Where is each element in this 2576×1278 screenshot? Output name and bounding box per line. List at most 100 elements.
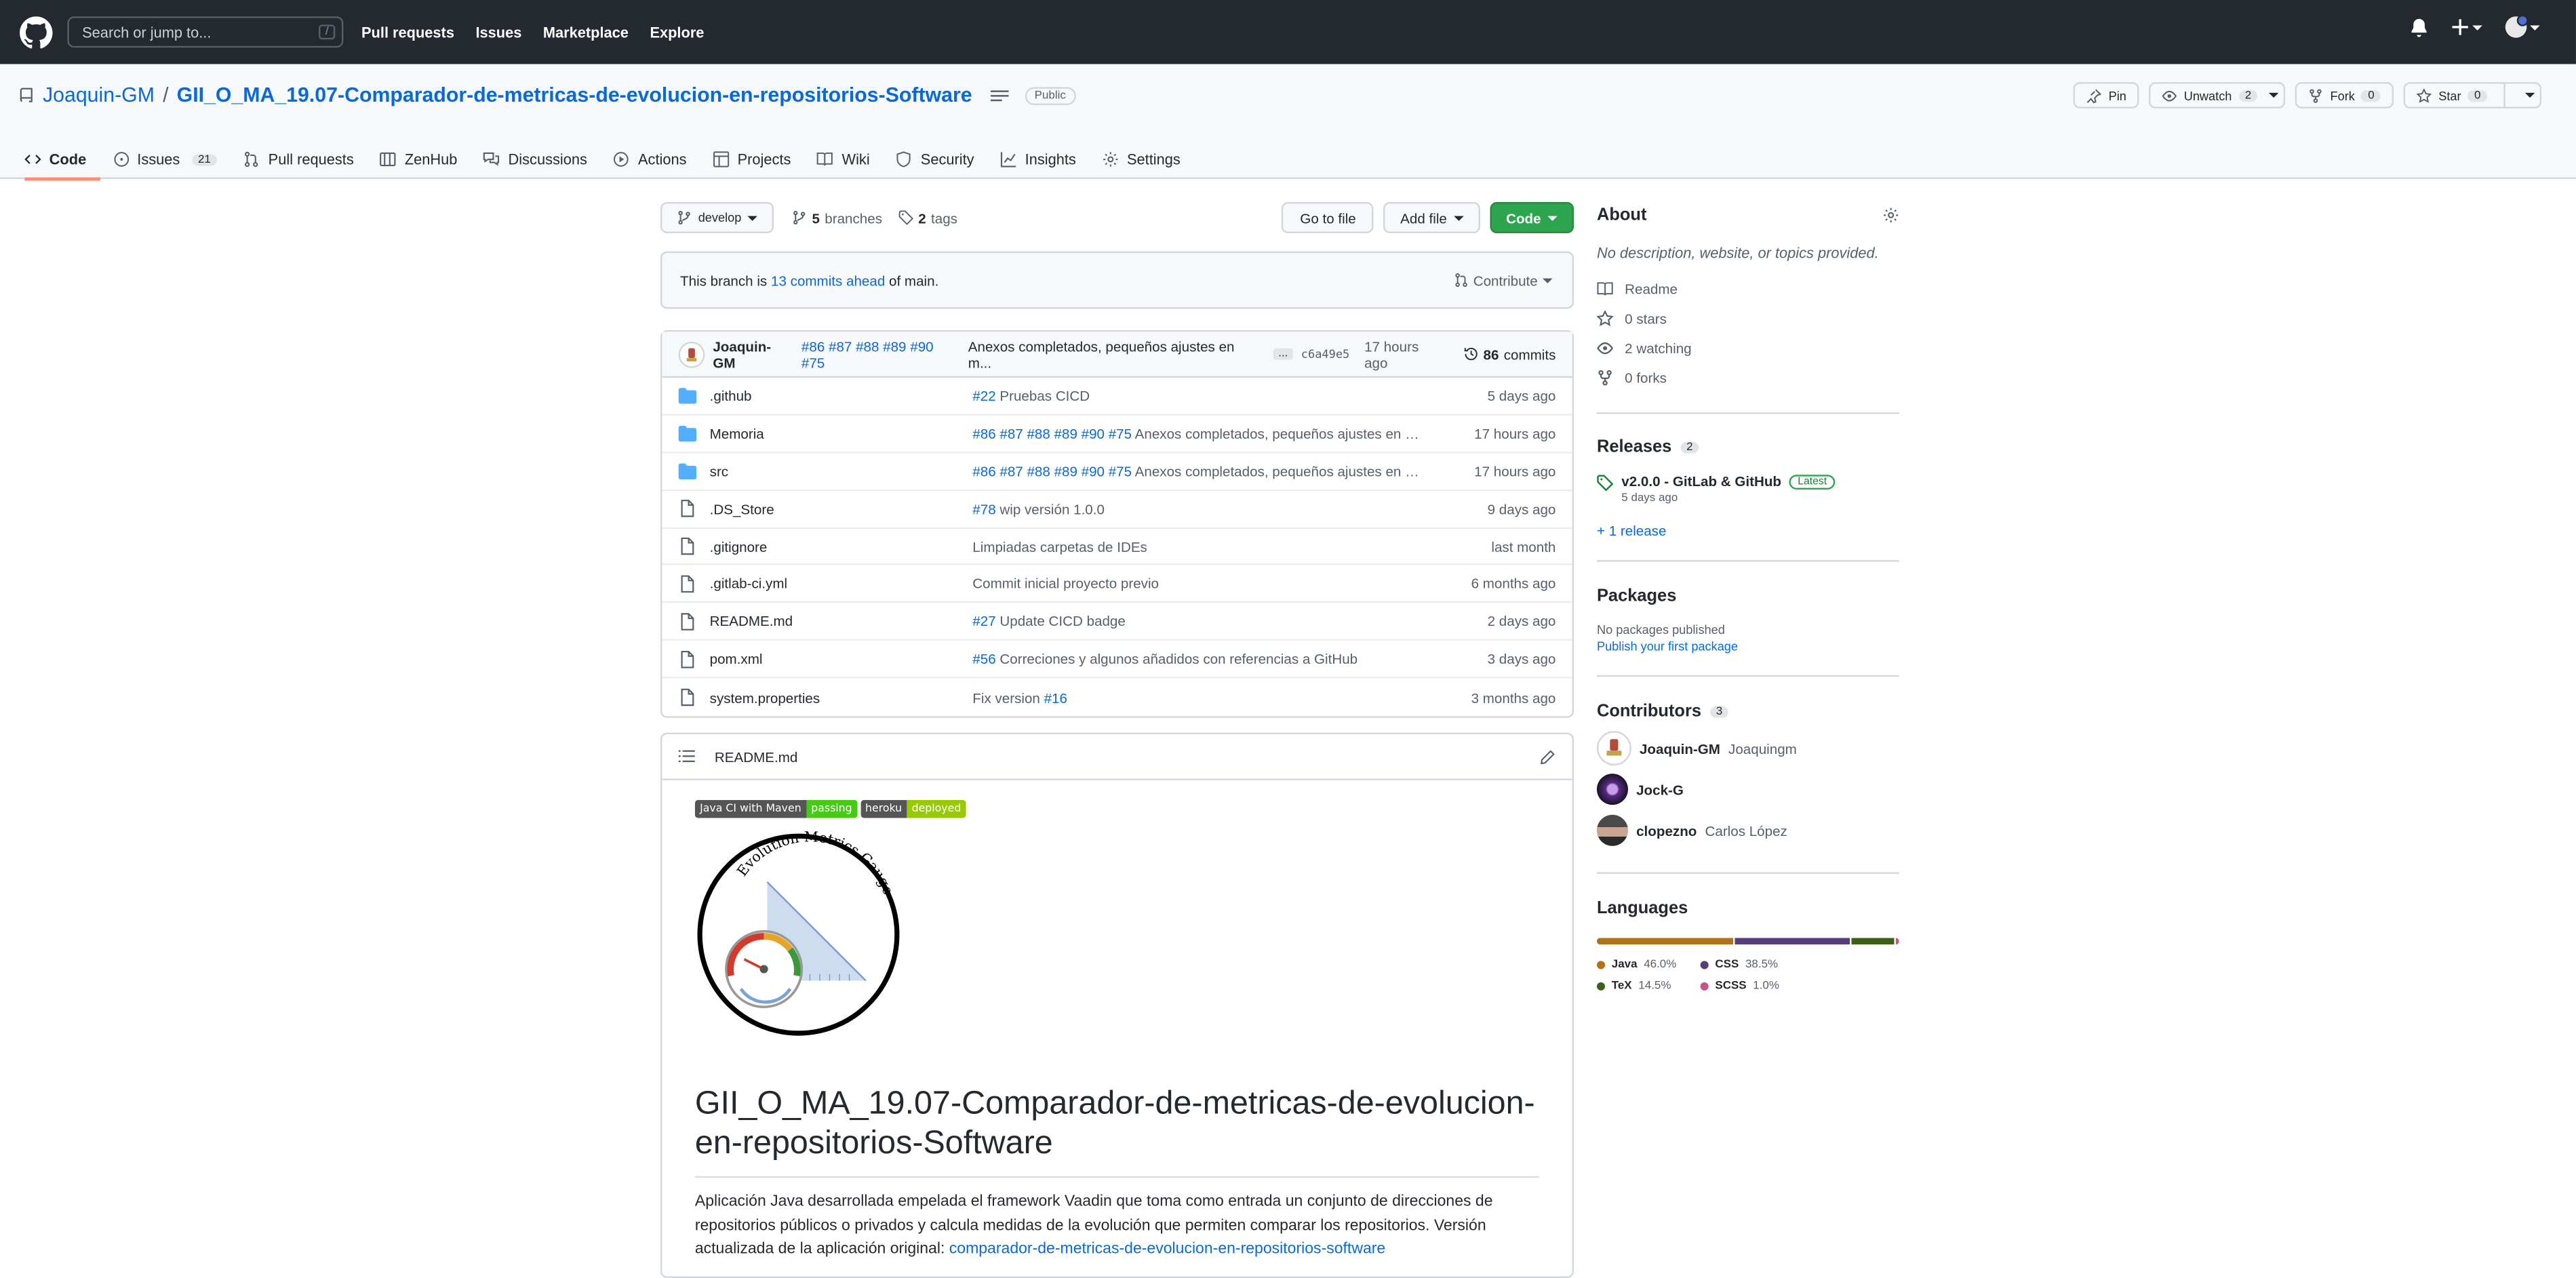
commit-ref-link[interactable]: #78: [972, 500, 999, 517]
original-app-link[interactable]: comparador-de-metricas-de-evolucion-en-r…: [949, 1240, 1385, 1258]
code-button[interactable]: Code: [1489, 202, 1574, 234]
forks-link[interactable]: 0 forks: [1597, 363, 1899, 393]
user-menu-button[interactable]: [2505, 14, 2540, 38]
tab-projects[interactable]: Projects: [713, 141, 804, 177]
file-commit-message[interactable]: #56 Correciones y algunos añadidos con r…: [972, 651, 1424, 667]
packages-title[interactable]: Packages: [1597, 586, 1899, 606]
heroku-badge[interactable]: heroku deployed: [860, 799, 966, 818]
releases-title[interactable]: Releases: [1597, 437, 1671, 456]
tab-zenhub[interactable]: ZenHub: [380, 141, 470, 177]
file-row[interactable]: README.md #27 Update CICD badge 2 days ago: [662, 603, 1572, 641]
file-commit-message[interactable]: #86 #87 #88 #89 #90 #75 Anexos completad…: [972, 425, 1424, 441]
file-name-link[interactable]: .gitignore: [710, 538, 973, 554]
contribute-button[interactable]: Contribute: [1454, 272, 1553, 288]
more-releases-link[interactable]: + 1 release: [1597, 522, 1899, 538]
nav-issues[interactable]: Issues: [475, 24, 521, 40]
file-commit-message[interactable]: Commit inicial proyecto previo: [972, 576, 1424, 592]
file-row[interactable]: Memoria #86 #87 #88 #89 #90 #75 Anexos co…: [662, 416, 1572, 454]
commit-author[interactable]: Joaquin-GM: [713, 338, 793, 370]
commit-expand-button[interactable]: ...: [1273, 348, 1293, 360]
star-button[interactable]: Star 0: [2404, 82, 2542, 108]
tab-pull-requests[interactable]: Pull requests: [243, 141, 367, 177]
commit-ref-link[interactable]: #86 #87 #88 #89 #90 #75: [972, 463, 1134, 479]
branch-select-button[interactable]: develop: [660, 202, 774, 234]
latest-release[interactable]: v2.0.0 - GitLab & GitHub Latest 5 days a…: [1597, 473, 1899, 504]
file-row[interactable]: .gitlab-ci.yml Commit inicial proyecto pr…: [662, 566, 1572, 604]
file-name-link[interactable]: pom.xml: [710, 651, 973, 667]
tab-discussions[interactable]: Discussions: [483, 141, 600, 177]
tab-insights[interactable]: Insights: [1000, 141, 1089, 177]
pencil-icon[interactable]: [1539, 748, 1555, 765]
gear-icon[interactable]: [1883, 207, 1899, 223]
commits-ahead-link[interactable]: 13 commits ahead: [771, 272, 885, 288]
commit-refs[interactable]: #86 #87 #88 #89 #90 #75: [801, 338, 960, 370]
contributor-item[interactable]: Joaquin-GM Joaquingm: [1596, 727, 1899, 769]
pin-button[interactable]: Pin: [2074, 82, 2140, 108]
file-commit-message[interactable]: #86 #87 #88 #89 #90 #75 Anexos completad…: [972, 463, 1424, 479]
file-commit-message[interactable]: #27 Update CICD badge: [972, 613, 1424, 629]
file-commit-message[interactable]: Fix version #16: [972, 690, 1424, 706]
caret-down-icon[interactable]: [2524, 90, 2535, 100]
list-icon[interactable]: [678, 749, 695, 764]
file-commit-message[interactable]: #78 wip versión 1.0.0: [972, 500, 1424, 517]
contributor-item[interactable]: Jock-G: [1596, 769, 1899, 810]
file-commit-message[interactable]: #22 Pruebas CICD: [972, 388, 1424, 404]
add-file-button[interactable]: Add file: [1383, 202, 1480, 234]
github-logo-icon[interactable]: [20, 16, 53, 48]
file-row[interactable]: .DS_Store #78 wip versión 1.0.0 9 days ago: [662, 491, 1572, 529]
file-row[interactable]: src #86 #87 #88 #89 #90 #75 Anexos comple…: [662, 453, 1572, 491]
tab-security[interactable]: Security: [896, 141, 987, 177]
file-commit-message[interactable]: Limpiadas carpetas de IDEs: [972, 538, 1424, 554]
publish-package-link[interactable]: Publish your first package: [1597, 639, 1899, 654]
contributor-item[interactable]: clopezno Carlos López: [1596, 810, 1899, 851]
go-to-file-button[interactable]: Go to file: [1282, 202, 1374, 234]
file-name-link[interactable]: Memoria: [710, 425, 973, 441]
commit-sha[interactable]: c6a49e5: [1301, 347, 1350, 360]
unwatch-button[interactable]: Unwatch 2: [2149, 82, 2286, 108]
nav-explore[interactable]: Explore: [650, 24, 704, 40]
stars-link[interactable]: 0 stars: [1596, 304, 1899, 334]
file-name-link[interactable]: src: [710, 463, 973, 479]
create-new-button[interactable]: [2451, 18, 2482, 37]
file-row[interactable]: pom.xml #56 Correciones y algunos añadido…: [662, 641, 1572, 679]
commit-ref-link[interactable]: #22: [972, 388, 999, 404]
search-input[interactable]: Search or jump to... /: [67, 16, 344, 48]
branches-link[interactable]: 5 branches: [792, 209, 882, 226]
readme-link[interactable]: Readme: [1597, 275, 1899, 304]
file-name-link[interactable]: .gitlab-ci.yml: [710, 576, 973, 592]
nav-pull-requests[interactable]: Pull requests: [361, 24, 454, 40]
tab-code[interactable]: Code: [24, 141, 100, 181]
file-row[interactable]: .github #22 Pruebas CICD 5 days ago: [662, 378, 1572, 416]
commit-author-avatar[interactable]: [678, 340, 705, 367]
tab-settings[interactable]: Settings: [1103, 141, 1194, 177]
language-item[interactable]: TeX 14.5%: [1596, 976, 1701, 997]
watchers-link[interactable]: 2 watching: [1597, 334, 1899, 363]
file-row[interactable]: .gitignore Limpiadas carpetas de IDEs last…: [662, 528, 1572, 566]
commit-message[interactable]: Anexos completados, pequeños ajustes en …: [968, 338, 1261, 370]
tags-link[interactable]: 2 tags: [898, 209, 957, 226]
commit-ref-link[interactable]: #16: [1040, 690, 1067, 706]
ci-badge[interactable]: Java CI with Maven passing: [694, 799, 857, 818]
contributors-title[interactable]: Contributors: [1597, 702, 1701, 721]
fork-button[interactable]: Fork 0: [2295, 82, 2394, 108]
repo-owner-link[interactable]: Joaquin-GM: [43, 84, 155, 107]
tab-wiki[interactable]: Wiki: [817, 141, 883, 177]
commit-ref-link[interactable]: #86 #87 #88 #89 #90 #75: [972, 425, 1134, 441]
language-item[interactable]: CSS 38.5%: [1700, 955, 1804, 976]
commit-ref-link[interactable]: #27: [972, 613, 999, 629]
commits-link[interactable]: 86 commits: [1463, 346, 1555, 362]
file-name-link[interactable]: .DS_Store: [710, 500, 973, 517]
bell-icon[interactable]: [2410, 17, 2428, 37]
file-name-link[interactable]: system.properties: [710, 690, 973, 706]
file-name-link[interactable]: .github: [710, 388, 973, 404]
list-icon[interactable]: [990, 88, 1008, 103]
language-item[interactable]: SCSS 1.0%: [1700, 976, 1804, 997]
nav-marketplace[interactable]: Marketplace: [543, 24, 629, 40]
tab-actions[interactable]: Actions: [614, 141, 700, 177]
language-item[interactable]: Java 46.0%: [1596, 955, 1701, 976]
file-name-link[interactable]: README.md: [710, 613, 973, 629]
commit-ref-link[interactable]: #56: [972, 651, 999, 667]
file-row[interactable]: system.properties Fix version #16 3 months…: [662, 679, 1572, 716]
tab-issues[interactable]: Issues 21: [113, 141, 231, 177]
repo-name-link[interactable]: GII_O_MA_19.07-Comparador-de-metricas-de…: [177, 84, 972, 107]
